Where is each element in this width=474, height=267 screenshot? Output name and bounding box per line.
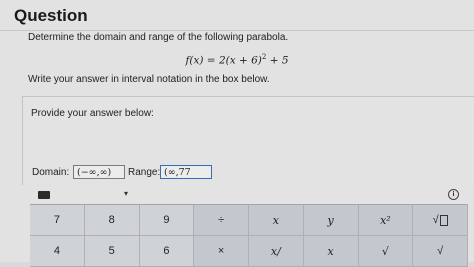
page-title: Question	[14, 6, 88, 25]
domain-input[interactable]: (−∞,∞)	[73, 165, 125, 179]
formula-rhs: + 5	[266, 54, 289, 67]
key-subscript[interactable]: x	[303, 236, 359, 267]
range-input[interactable]: (∞,77	[160, 165, 212, 179]
key-x-squared[interactable]: x²	[358, 205, 414, 236]
divider	[0, 30, 474, 31]
key-x[interactable]: x	[249, 205, 304, 236]
sqrt-placeholder-icon	[439, 214, 448, 226]
key-7[interactable]: 7	[30, 205, 85, 236]
key-fraction[interactable]: x/	[249, 236, 304, 267]
chevron-down-icon[interactable]: ▾	[124, 189, 128, 198]
key-5[interactable]: 5	[84, 236, 140, 267]
key-8[interactable]: 8	[84, 205, 140, 236]
sqrt-icon: √	[432, 214, 439, 226]
parabola-formula: f(x) = 2(x + 6)2 + 5	[0, 53, 474, 67]
key-y[interactable]: y	[303, 205, 359, 236]
answer-prompt: Provide your answer below:	[31, 108, 154, 119]
key-9[interactable]: 9	[139, 205, 195, 236]
range-label: Range:	[128, 167, 161, 178]
domain-label: Domain:	[32, 167, 70, 178]
key-sqrt[interactable]: √	[413, 205, 468, 236]
question-page: Question Determine the domain and range …	[0, 0, 474, 267]
key-divide[interactable]: ÷	[194, 205, 249, 236]
question-prompt: Determine the domain and range of the fo…	[28, 32, 289, 43]
keyboard-icon[interactable]	[38, 191, 50, 199]
key-power[interactable]: √	[358, 236, 414, 267]
keyboard-toolbar: ▾ i	[30, 186, 470, 203]
key-nth-root[interactable]: √	[413, 236, 468, 267]
info-icon[interactable]: i	[448, 189, 459, 200]
answer-panel: Provide your answer below: Domain: (−∞,∞…	[22, 96, 474, 185]
formula-lhs: f(x) = 2(x + 6)	[185, 54, 262, 67]
math-keypad: 7 8 9 ÷ x y x² √ 4 5 6 × x/ x √ √	[30, 204, 468, 267]
key-multiply[interactable]: ×	[194, 236, 249, 267]
key-4[interactable]: 4	[30, 236, 85, 267]
question-instruction: Write your answer in interval notation i…	[28, 74, 270, 85]
key-6[interactable]: 6	[139, 236, 195, 267]
